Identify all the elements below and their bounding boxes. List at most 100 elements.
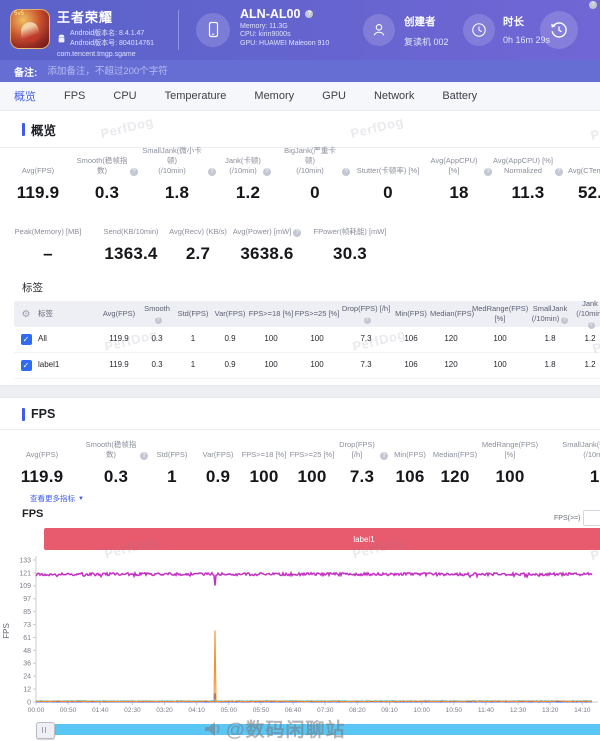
stat-value: 119.9 (0, 183, 76, 203)
stat-value: 0.3 (84, 467, 148, 487)
header-divider (178, 10, 179, 50)
stat-label: Min(FPS) (388, 440, 432, 460)
info-icon[interactable]: ? (293, 229, 301, 237)
creator-label: 创建者 (404, 14, 449, 29)
info-icon[interactable]: ? (561, 317, 568, 324)
stat-label: FPower(帧耗能) [mW] (304, 217, 396, 237)
stat-label: Avg(Power) [mW]? (230, 217, 304, 237)
stat-value: 119.9 (0, 467, 84, 487)
tab-Temperature[interactable]: Temperature (165, 90, 227, 102)
svg-text:24: 24 (23, 674, 31, 681)
tab-Memory[interactable]: Memory (254, 90, 294, 102)
share-corner[interactable]: ? (587, 1, 597, 9)
info-icon[interactable]: ? (555, 168, 563, 176)
row-checkbox[interactable]: ✓ (21, 360, 32, 371)
stat-cell: FPS>=25 [%]100 (288, 440, 336, 487)
column-header: Min(FPS) (392, 309, 430, 319)
stat-label: FPS>=18 [%] (240, 440, 288, 460)
creator-value: 复读机 002 (404, 35, 449, 48)
note-input[interactable] (45, 65, 379, 78)
tab-Battery[interactable]: Battery (442, 90, 477, 102)
android-version-name: Android版本名: 8.4.1.47 (70, 29, 154, 39)
tab-Network[interactable]: Network (374, 90, 414, 102)
device-gpu: GPU: HUAWEI Maleoon 910 (240, 40, 329, 47)
stat-cell: MedRange(FPS)[%]100 (478, 440, 542, 487)
column-header: SmallJank (/10min)? (528, 304, 572, 324)
table-row[interactable]: ✓All119.90.310.91001007.31061201001.81.2 (14, 327, 600, 353)
fps-threshold-input[interactable] (583, 510, 600, 526)
stat-value: 1 (148, 467, 196, 487)
device-phone-icon (196, 13, 230, 47)
stat-cell: Median(FPS)120 (432, 440, 478, 487)
svg-text:00:00: 00:00 (28, 707, 45, 714)
note-label: 备注: (14, 64, 37, 79)
stat-label: BigJank(严重卡顿) (/10min)? (280, 156, 350, 176)
info-icon[interactable]: ? (342, 168, 350, 176)
svg-text:04:10: 04:10 (188, 707, 205, 714)
report-header: 5v5 王者荣耀 Android版本名: 8.4.1.47 Android版本号… (0, 0, 600, 60)
cell-value: 100 (472, 334, 528, 344)
info-icon[interactable]: ? (140, 452, 148, 460)
title-accent-bar (22, 123, 25, 136)
svg-text:0: 0 (27, 699, 31, 706)
tab-FPS[interactable]: FPS (64, 90, 85, 102)
stat-cell: FPS>=18 [%]100 (240, 440, 288, 487)
stat-cell: Stutter(卡顿率) [%]0 (350, 156, 426, 203)
chart-scrollbar[interactable] (42, 724, 600, 735)
row-checkbox[interactable]: ✓ (21, 334, 32, 345)
cell-value: 100 (248, 360, 294, 370)
stat-cell: Send(KB/10min)1363.4 (96, 217, 166, 264)
info-icon[interactable]: ? (263, 168, 271, 176)
stat-value: 7.3 (336, 467, 388, 487)
labels-table-body: ✓All119.90.310.91001007.31061201001.81.2… (14, 327, 600, 379)
fps-chart-area: FPS FPS(>=) label1 012243648617385971091… (0, 506, 600, 741)
tab-GPU[interactable]: GPU (322, 90, 346, 102)
svg-text:FPS: FPS (2, 623, 11, 639)
cell-value: 119.9 (98, 360, 140, 370)
stat-cell: Std(FPS)1 (148, 440, 196, 487)
svg-text:13:20: 13:20 (542, 707, 559, 714)
column-header: FPS>=25 [%] (294, 309, 340, 319)
history-button[interactable] (540, 11, 578, 49)
svg-text:11:40: 11:40 (478, 707, 494, 714)
fps-section: FPS Avg(FPS)119.9Smooth(稳帧指数)?0.3Std(FPS… (0, 398, 600, 741)
cell-value: 100 (472, 360, 528, 370)
cell-value: 1.8 (528, 334, 572, 344)
stat-label: Smooth(稳帧指数)? (84, 440, 148, 460)
cell-value: 0.3 (140, 334, 174, 344)
stat-label: Avg(CTem (564, 156, 600, 176)
stat-label: SmallJank(微小卡顿) (/10min)? (138, 156, 216, 176)
info-icon[interactable]: ? (155, 317, 162, 324)
column-header: Median(FPS) (430, 309, 472, 319)
info-icon[interactable]: ? (484, 168, 492, 176)
gear-icon[interactable]: ⚙ (14, 308, 38, 321)
svg-text:36: 36 (23, 661, 31, 668)
tab-概览[interactable]: 概览 (14, 88, 36, 104)
stat-label: Avg(FPS) (0, 156, 76, 176)
info-icon[interactable]: ? (305, 10, 313, 18)
info-icon[interactable]: ? (380, 452, 388, 460)
row-label: label1 (38, 360, 98, 370)
stat-value: – (0, 244, 96, 264)
tab-CPU[interactable]: CPU (113, 90, 136, 102)
info-icon[interactable]: ? (208, 168, 216, 176)
stat-value: 1.8 (542, 467, 600, 487)
info-icon[interactable]: ? (589, 1, 597, 9)
stat-label: SmallJank(微小卡顿) (/10min)? (542, 440, 600, 460)
scrollbar-handle[interactable] (36, 722, 55, 739)
info-icon[interactable]: ? (364, 317, 371, 324)
svg-text:121: 121 (19, 570, 31, 577)
stat-value: 2.7 (166, 244, 230, 264)
info-icon[interactable]: ? (130, 168, 138, 176)
table-row[interactable]: ✓label1119.90.310.91001007.31061201001.8… (14, 353, 600, 379)
stat-value: 0.9 (196, 467, 240, 487)
stat-cell: Var(FPS)0.9 (196, 440, 240, 487)
game-app-icon: 5v5 (10, 9, 50, 49)
svg-text:05:50: 05:50 (253, 707, 270, 714)
more-metrics-link[interactable]: 查看更多指标 ▼ (30, 493, 600, 504)
fps-line-chart: 0122436486173859710912113300:0000:5001:4… (0, 554, 600, 722)
creator-icon (363, 14, 395, 46)
column-header: Std(FPS) (174, 309, 212, 319)
column-header: MedRange(FPS)[%] (472, 304, 528, 324)
info-icon[interactable]: ? (588, 322, 595, 329)
